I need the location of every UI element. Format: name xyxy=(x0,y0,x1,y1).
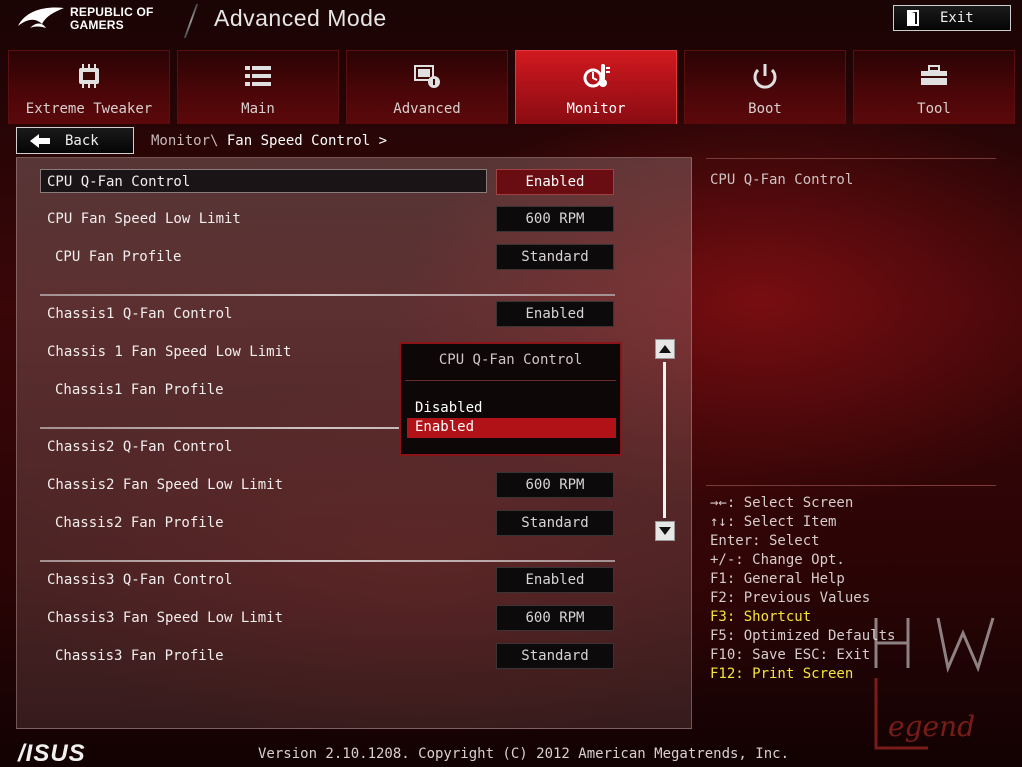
back-arrow-icon xyxy=(30,133,50,148)
setting-label: Chassis2 Fan Speed Low Limit xyxy=(47,477,284,493)
page-title: Advanced Mode xyxy=(214,5,387,31)
setting-label: Chassis1 Q-Fan Control xyxy=(47,306,233,322)
setting-value[interactable]: Enabled xyxy=(496,567,614,593)
popup-option-disabled[interactable]: Disabled xyxy=(407,399,616,419)
tweaker-icon xyxy=(79,64,99,88)
help-title: CPU Q-Fan Control xyxy=(710,172,854,188)
option-popup: CPU Q-Fan Control Disabled Enabled xyxy=(399,342,622,456)
key-hint: Enter: Select xyxy=(710,533,820,549)
tool-icon xyxy=(921,65,947,85)
setting-row-chassis3-qfan[interactable]: Chassis3 Q-Fan Control Enabled xyxy=(17,567,657,595)
scroll-down-button[interactable] xyxy=(655,521,675,541)
setting-value[interactable]: 600 RPM xyxy=(496,605,614,631)
setting-row-cpu-qfan[interactable]: CPU Q-Fan Control Enabled xyxy=(17,169,657,197)
breadcrumb-parent[interactable]: Monitor\ xyxy=(151,133,218,149)
setting-label: CPU Q-Fan Control xyxy=(47,174,191,190)
setting-row-chassis2-fan-low-limit[interactable]: Chassis2 Fan Speed Low Limit 600 RPM xyxy=(17,472,657,500)
tab-label: Boot xyxy=(748,101,782,117)
main-tabs: Extreme Tweaker Main Advanced Monitor Bo… xyxy=(8,50,1015,124)
setting-row-chassis3-fan-low-limit[interactable]: Chassis3 Fan Speed Low Limit 600 RPM xyxy=(17,605,657,633)
section-divider xyxy=(40,294,615,296)
asus-logo: /ISUS xyxy=(18,740,86,767)
tab-main[interactable]: Main xyxy=(177,50,339,124)
popup-divider xyxy=(405,380,616,381)
setting-row-chassis1-qfan[interactable]: Chassis1 Q-Fan Control Enabled xyxy=(17,301,657,329)
tab-label: Tool xyxy=(917,101,951,117)
list-icon xyxy=(245,66,271,86)
tab-advanced[interactable]: Advanced xyxy=(346,50,508,124)
help-divider-top xyxy=(706,158,996,159)
back-button[interactable]: Back xyxy=(16,127,134,154)
tab-boot[interactable]: Boot xyxy=(684,50,846,124)
version-text: Version 2.10.1208. Copyright (C) 2012 Am… xyxy=(258,746,790,762)
breadcrumb: Monitor\ Fan Speed Control > xyxy=(151,133,387,149)
key-hint: F1: General Help xyxy=(710,571,845,587)
setting-label: CPU Fan Speed Low Limit xyxy=(47,211,241,227)
scroll-up-button[interactable] xyxy=(655,339,675,359)
setting-label: Chassis3 Fan Profile xyxy=(55,648,224,664)
setting-value[interactable]: 600 RPM xyxy=(496,206,614,232)
watermark-logo: egend xyxy=(874,617,995,750)
brand-line-2: GAMERS xyxy=(70,18,124,32)
setting-row-cpu-fan-profile[interactable]: CPU Fan Profile Standard xyxy=(17,244,657,272)
triangle-up-icon xyxy=(659,345,671,353)
key-hint: +/-: Change Opt. xyxy=(710,552,845,568)
setting-row-chassis2-fan-profile[interactable]: Chassis2 Fan Profile Standard xyxy=(17,510,657,538)
popup-option-enabled[interactable]: Enabled xyxy=(407,418,616,438)
setting-row-chassis3-fan-profile[interactable]: Chassis3 Fan Profile Standard xyxy=(17,643,657,671)
setting-value[interactable]: Standard xyxy=(496,244,614,270)
setting-row-cpu-fan-low-limit[interactable]: CPU Fan Speed Low Limit 600 RPM xyxy=(17,206,657,234)
popup-title: CPU Q-Fan Control xyxy=(438,352,583,368)
back-label: Back xyxy=(65,132,99,149)
exit-door-icon xyxy=(907,10,919,26)
tab-monitor[interactable]: Monitor xyxy=(515,50,677,124)
setting-label: Chassis2 Fan Profile xyxy=(55,515,224,531)
advanced-icon xyxy=(414,65,440,88)
setting-value[interactable]: Enabled xyxy=(496,301,614,327)
rog-logo: REPUBLIC OF GAMERS xyxy=(16,4,154,34)
brand-text: REPUBLIC OF GAMERS xyxy=(70,6,154,32)
setting-value[interactable]: 600 RPM xyxy=(496,472,614,498)
tab-label: Advanced xyxy=(393,101,461,117)
tab-label: Main xyxy=(241,101,275,117)
setting-label: Chassis1 Fan Profile xyxy=(55,382,224,398)
rog-eye-icon xyxy=(18,7,64,28)
svg-text:egend: egend xyxy=(888,710,975,743)
key-hint: F2: Previous Values xyxy=(710,590,871,606)
setting-value[interactable]: Standard xyxy=(496,643,614,669)
exit-button[interactable]: Exit xyxy=(893,5,1011,31)
setting-label: Chassis3 Q-Fan Control xyxy=(47,572,233,588)
setting-label: Chassis2 Q-Fan Control xyxy=(47,439,233,455)
setting-value[interactable]: Enabled xyxy=(496,169,614,195)
breadcrumb-current: Fan Speed Control > xyxy=(226,133,388,149)
key-hint: ↑↓: Select Item xyxy=(710,514,837,530)
tab-label: Extreme Tweaker xyxy=(25,101,153,117)
setting-label: Chassis 1 Fan Speed Low Limit xyxy=(47,344,292,360)
section-divider xyxy=(40,560,615,562)
monitor-icon xyxy=(583,64,610,88)
help-divider-mid xyxy=(706,485,996,486)
power-icon xyxy=(753,64,777,89)
tab-extreme-tweaker[interactable]: Extreme Tweaker xyxy=(8,50,170,124)
key-hint: →←: Select Screen xyxy=(710,495,854,511)
scrollbar-track[interactable] xyxy=(663,362,666,518)
tab-label: Monitor xyxy=(566,101,626,117)
tab-tool[interactable]: Tool xyxy=(853,50,1015,124)
setting-label: Chassis3 Fan Speed Low Limit xyxy=(47,610,284,626)
exit-label: Exit xyxy=(940,10,974,26)
triangle-down-icon xyxy=(659,527,671,535)
setting-label: CPU Fan Profile xyxy=(55,249,182,265)
setting-value[interactable]: Standard xyxy=(496,510,614,536)
